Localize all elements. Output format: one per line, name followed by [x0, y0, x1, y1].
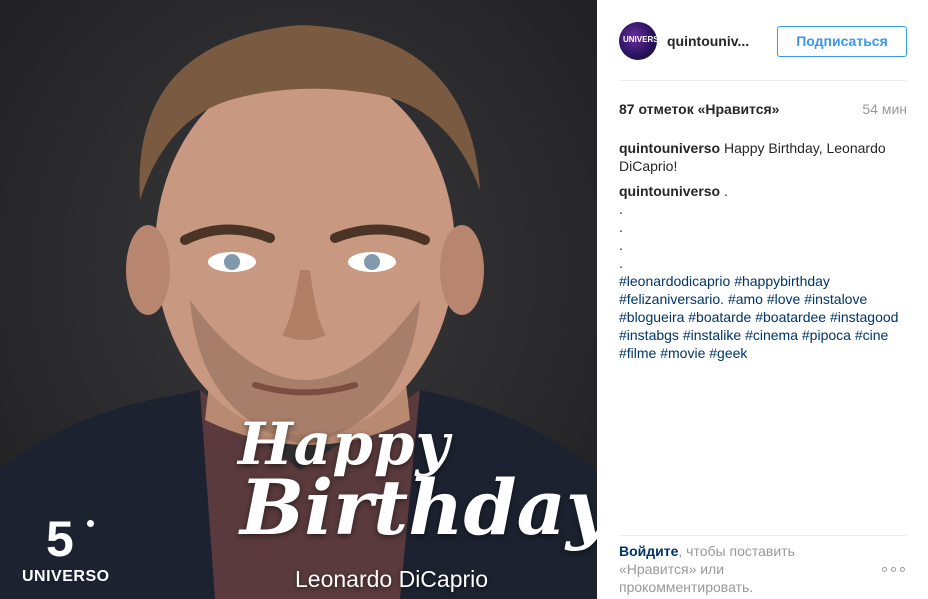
- brand-logo-text: UNIVERSO: [22, 568, 110, 585]
- comment-dot-line: .: [619, 255, 623, 271]
- hashtag-comment: quintouniverso . . . . . #leonardodicapr…: [619, 182, 907, 362]
- username-link[interactable]: quintouniv...: [667, 33, 749, 49]
- avatar-text: UNIVERSO: [623, 35, 657, 44]
- avatar[interactable]: UNIVERSO: [619, 22, 657, 60]
- comment-author[interactable]: quintouniverso: [619, 140, 720, 156]
- header-divider: [619, 80, 907, 81]
- hashtag-links[interactable]: #leonardodicaprio #happybirthday #feliza…: [619, 273, 898, 361]
- comments-list: quintouniverso Happy Birthday, Leonardo …: [619, 139, 907, 369]
- post-image[interactable]: Happy Birthday Leonardo DiCaprio 5 UNIVE…: [0, 0, 597, 599]
- comment-dot-line: .: [619, 219, 623, 235]
- brand-logo-number: 5: [46, 514, 106, 564]
- comment-dot-line: .: [619, 237, 623, 253]
- follow-button[interactable]: Подписаться: [777, 26, 907, 57]
- comment-text: .: [724, 183, 728, 199]
- footer-divider: [619, 535, 907, 536]
- overlay-name-text: Leonardo DiCaprio: [295, 566, 489, 592]
- post-time[interactable]: 54 мин: [862, 101, 907, 117]
- caption-comment: quintouniverso Happy Birthday, Leonardo …: [619, 139, 907, 175]
- brand-logo-dot: [87, 520, 94, 527]
- post-header: UNIVERSO quintouniv... Подписаться: [619, 22, 907, 62]
- comment-dot-line: .: [619, 201, 623, 217]
- overlay-birthday-text: Birthday: [240, 463, 597, 552]
- post-sidebar: UNIVERSO quintouniv... Подписаться 87 от…: [597, 0, 928, 599]
- likes-row: 87 отметок «Нравится» 54 мин: [619, 101, 907, 119]
- likes-count[interactable]: 87 отметок «Нравится»: [619, 101, 779, 117]
- login-prompt: Войдите, чтобы поставить «Нравится» или …: [619, 542, 849, 596]
- login-link[interactable]: Войдите: [619, 543, 678, 559]
- brand-logo-number-text: 5: [46, 511, 74, 567]
- comment-author[interactable]: quintouniverso: [619, 183, 720, 199]
- more-dots-icon[interactable]: [882, 566, 906, 574]
